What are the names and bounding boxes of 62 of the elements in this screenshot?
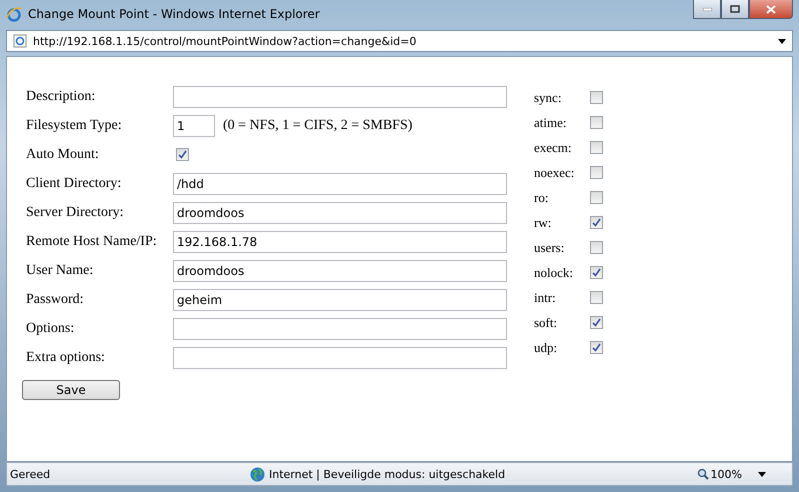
- input-field[interactable]: droomdoos: [173, 202, 507, 224]
- checkbox[interactable]: [176, 148, 189, 160]
- maximize-button[interactable]: [721, 0, 749, 19]
- dropdown-icon[interactable]: [778, 38, 786, 44]
- option-label: noexec:: [534, 164, 576, 180]
- status-text: Gereed: [9, 468, 52, 480]
- checkbox[interactable]: [590, 91, 603, 104]
- option-label: sync:: [534, 90, 562, 106]
- option-label: execm:: [534, 140, 573, 156]
- option-label: atime:: [534, 114, 568, 130]
- field-label: Password:: [26, 292, 85, 308]
- checkbox[interactable]: [590, 241, 603, 254]
- minimize-button[interactable]: [693, 0, 721, 19]
- minimize-icon: [702, 8, 712, 10]
- option-label: rw:: [534, 214, 552, 230]
- field-label: Remote Host Name/IP:: [26, 234, 158, 250]
- checkbox[interactable]: [590, 116, 603, 129]
- checkbox[interactable]: [590, 291, 603, 304]
- window-title: Change Mount Point - Windows Internet Explorer: [28, 7, 321, 21]
- field-label: Description:: [26, 88, 96, 104]
- checkbox[interactable]: [590, 266, 603, 279]
- option-label: udp:: [534, 340, 558, 356]
- field-label: Client Directory:: [26, 176, 122, 192]
- option-label: intr:: [534, 290, 557, 306]
- input-field[interactable]: 192.168.1.78: [173, 230, 507, 252]
- input-field[interactable]: droomdoos: [173, 260, 507, 282]
- input-field[interactable]: geheim: [173, 288, 507, 310]
- field-label: User Name:: [26, 262, 94, 278]
- input-field[interactable]: 1: [173, 114, 215, 136]
- browser-icon: [6, 6, 22, 22]
- dropdown-icon[interactable]: [758, 472, 766, 476]
- save-button[interactable]: Save: [22, 380, 120, 400]
- globe-icon: [250, 466, 265, 482]
- field-label: Filesystem Type:: [26, 118, 123, 134]
- checkbox[interactable]: [590, 141, 603, 154]
- option-label: soft:: [534, 314, 558, 330]
- input-field[interactable]: [173, 346, 507, 368]
- field-label: Auto Mount:: [26, 146, 100, 162]
- zoom-icon: [696, 468, 709, 480]
- page-icon: [13, 34, 27, 48]
- input-field[interactable]: [173, 318, 507, 340]
- close-button[interactable]: [749, 0, 793, 19]
- zone-text: Internet | Beveiligde modus: uitgeschakeld: [269, 468, 506, 480]
- checkbox[interactable]: [590, 341, 603, 354]
- hint-text: (0 = NFS, 1 = CIFS, 2 = SMBFS): [223, 118, 412, 134]
- address-bar[interactable]: http://192.168.1.15/control/mountPointWindow?action=change&id=0: [6, 30, 793, 52]
- checkbox[interactable]: [590, 216, 603, 229]
- field-label: Options:: [26, 320, 76, 336]
- field-label: Extra options:: [26, 350, 106, 366]
- input-field[interactable]: [173, 86, 507, 108]
- input-field[interactable]: /hdd: [173, 172, 507, 194]
- url-text: http://192.168.1.15/control/mountPointWindow?action=change&id=0: [33, 34, 418, 48]
- option-label: ro:: [534, 190, 550, 206]
- checkbox[interactable]: [590, 166, 603, 179]
- field-label: Server Directory:: [26, 204, 125, 220]
- zoom-level[interactable]: 100%: [710, 468, 742, 480]
- checkbox[interactable]: [590, 316, 603, 329]
- close-icon: [766, 4, 776, 14]
- option-label: users:: [534, 240, 566, 256]
- checkbox[interactable]: [590, 191, 603, 204]
- maximize-icon: [730, 5, 740, 13]
- option-label: nolock:: [534, 264, 574, 280]
